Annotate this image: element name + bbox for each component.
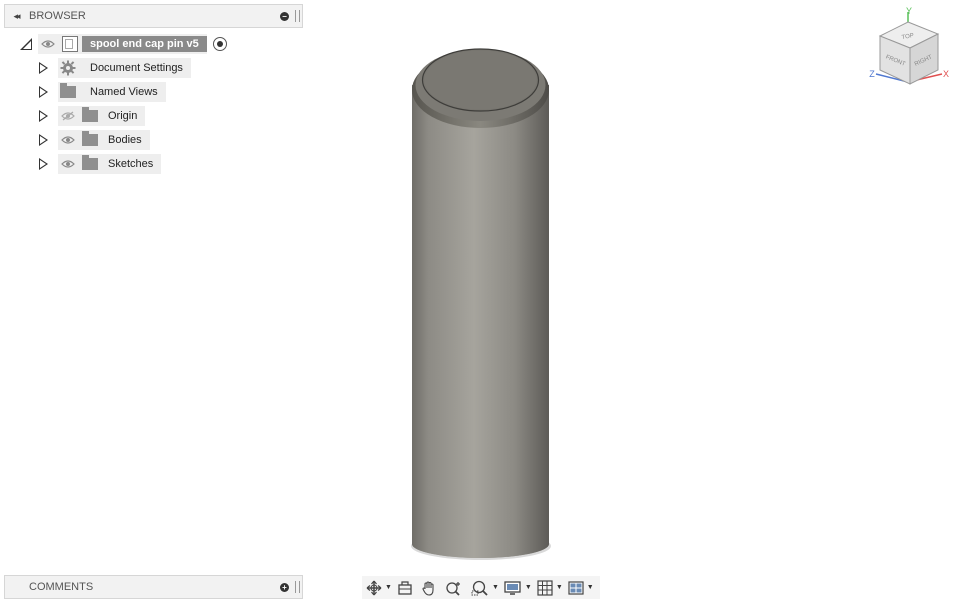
pan-icon[interactable] (421, 579, 437, 597)
folder-icon (60, 83, 76, 98)
tree-item-label: Bodies (108, 134, 142, 146)
component-name[interactable]: spool end cap pin v5 (82, 36, 207, 52)
collapsed-triangle-icon[interactable] (39, 110, 48, 122)
plus-icon[interactable]: + (280, 582, 289, 592)
canvas-model-pin[interactable] (400, 40, 560, 575)
collapsed-triangle-icon[interactable] (39, 86, 48, 98)
tree-item-named-views[interactable]: Named Views (39, 82, 166, 102)
tree-item-label: Origin (108, 110, 138, 122)
panel-grip-icon[interactable] (295, 581, 300, 593)
folder-icon (82, 107, 98, 122)
folder-icon (82, 155, 98, 170)
collapse-panel-icon[interactable]: ◂◂ (5, 11, 27, 22)
chevron-down-icon[interactable]: ▼ (587, 584, 594, 591)
comments-title: COMMENTS (29, 581, 94, 593)
comments-panel-header: COMMENTS + (4, 575, 303, 599)
view-cube[interactable]: TOP FRONT RIGHT Y X Z (862, 4, 952, 94)
display-settings-icon[interactable] (504, 579, 522, 597)
collapsed-triangle-icon[interactable] (39, 134, 48, 146)
chevron-down-icon[interactable]: ▼ (556, 584, 563, 591)
orbit-icon[interactable] (366, 579, 382, 597)
tree-component-row[interactable]: spool end cap pin v5 (20, 34, 227, 54)
navigation-toolbar: ▼ ▼ ▼ ▼ ▼ (362, 576, 600, 599)
axis-x-label: X (943, 69, 949, 79)
collapsed-triangle-icon[interactable] (39, 62, 48, 74)
panel-grip-icon[interactable] (295, 10, 300, 22)
zoom-icon[interactable] (445, 579, 463, 597)
grid-icon[interactable] (537, 579, 553, 597)
chevron-down-icon[interactable]: ▼ (492, 584, 499, 591)
tree-item-document-settings[interactable]: Document Settings (39, 58, 191, 78)
gear-icon (58, 58, 78, 78)
tree-item-label: Named Views (90, 86, 158, 98)
expanded-triangle-icon[interactable] (20, 38, 32, 50)
tree-item-origin[interactable]: Origin (39, 106, 146, 126)
axis-z-label: Z (869, 69, 875, 79)
chevron-down-icon[interactable]: ▼ (385, 584, 392, 591)
eye-icon[interactable] (58, 130, 78, 150)
look-at-icon[interactable] (397, 579, 413, 597)
component-icon (62, 36, 78, 52)
viewports-icon[interactable] (568, 579, 584, 597)
tree-item-sketches[interactable]: Sketches (39, 154, 162, 174)
eye-icon[interactable] (38, 34, 58, 54)
activate-radio-icon[interactable] (212, 37, 227, 51)
browser-title: BROWSER (29, 10, 86, 22)
collapsed-triangle-icon[interactable] (39, 158, 48, 170)
eye-icon[interactable] (58, 154, 78, 174)
folder-icon (82, 131, 98, 146)
zoom-window-icon[interactable] (471, 579, 489, 597)
tree-item-bodies[interactable]: Bodies (39, 130, 150, 150)
tree-item-label: Sketches (108, 158, 154, 170)
browser-panel-header: ◂◂ BROWSER − (4, 4, 303, 28)
hidden-eye-icon[interactable] (58, 106, 78, 126)
tree-item-label: Document Settings (90, 62, 183, 74)
axis-y-label: Y (906, 6, 912, 16)
minus-icon[interactable]: − (280, 11, 289, 21)
chevron-down-icon[interactable]: ▼ (525, 584, 532, 591)
